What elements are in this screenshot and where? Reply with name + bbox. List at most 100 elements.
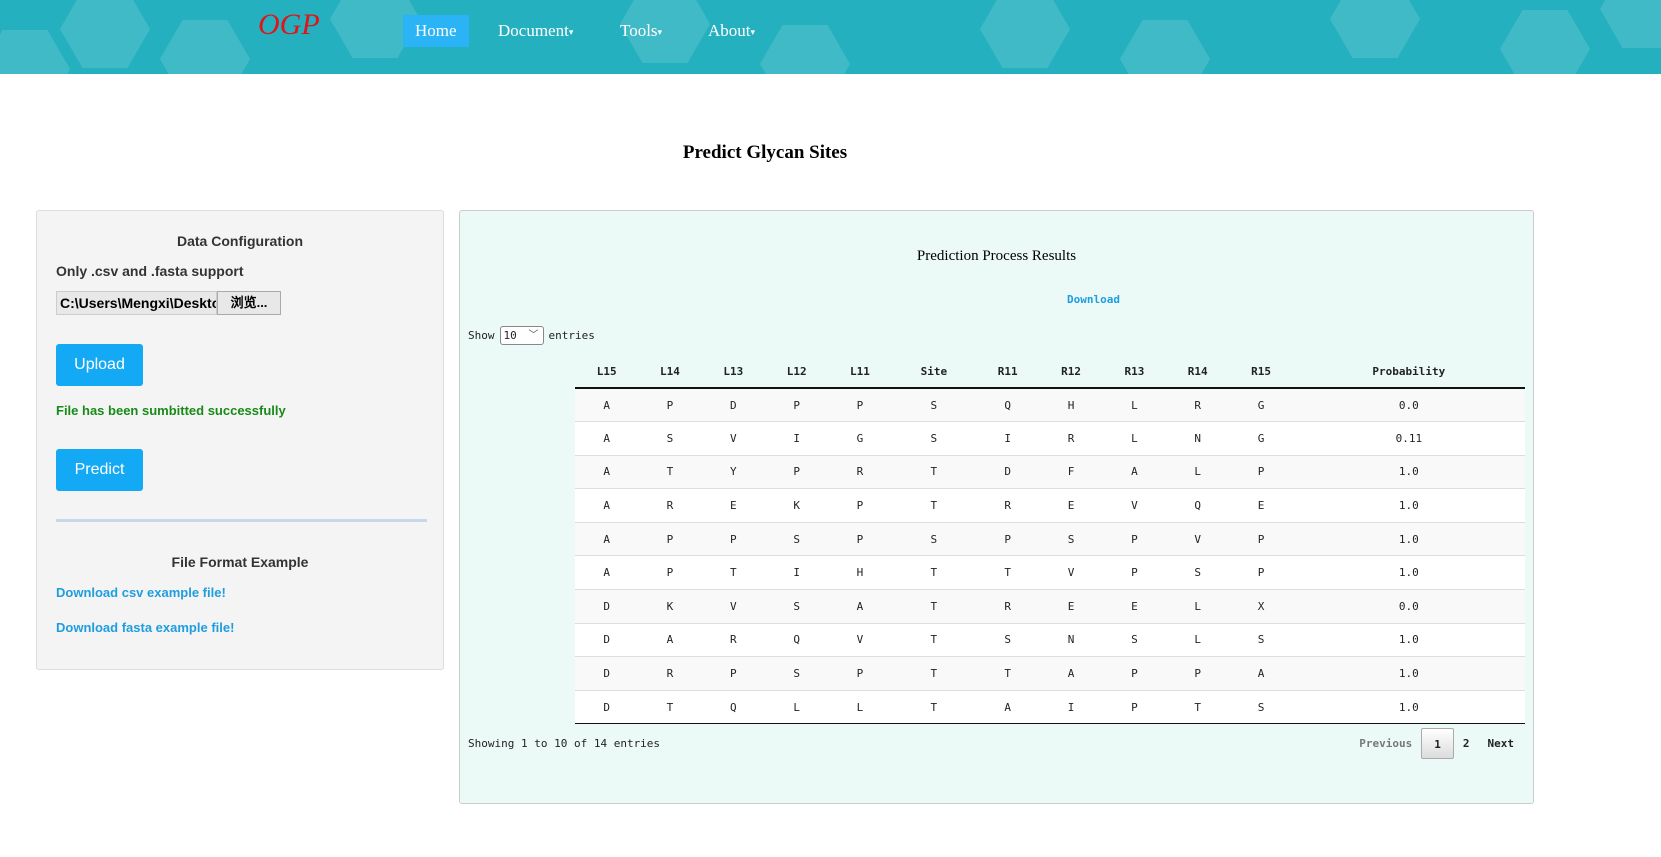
column-header-r15[interactable]: R15 bbox=[1229, 356, 1293, 389]
top-navbar: OGP Home Document▾ Tools▾ About▾ bbox=[0, 0, 1661, 74]
table-cell: P bbox=[828, 387, 892, 422]
table-cell: T bbox=[976, 555, 1040, 590]
upload-button[interactable]: Upload bbox=[56, 344, 143, 386]
file-path[interactable]: C:\Users\Mengxi\Desktop bbox=[56, 291, 217, 315]
table-cell: P bbox=[638, 387, 702, 422]
table-cell: P bbox=[638, 521, 702, 556]
table-cell: X bbox=[1229, 589, 1293, 624]
table-cell: R bbox=[638, 488, 702, 523]
config-title: Data Configuration bbox=[177, 233, 303, 249]
nav-about[interactable]: About▾ bbox=[696, 15, 767, 47]
nav-about-label: About bbox=[708, 21, 751, 40]
table-cell: R bbox=[1166, 387, 1230, 422]
table-cell: G bbox=[1229, 421, 1293, 456]
table-row: D K V S A T R E E L X 0.0 bbox=[575, 589, 1525, 624]
column-header-l15[interactable]: L15 bbox=[575, 356, 639, 389]
table-row: D T Q L L T A I P T S 1.0 bbox=[575, 689, 1525, 725]
table-cell: A bbox=[828, 589, 892, 624]
table-cell: P bbox=[701, 656, 765, 691]
table-cell: P bbox=[1102, 555, 1167, 590]
table-cell: T bbox=[891, 689, 977, 725]
table-cell: V bbox=[701, 589, 765, 624]
table-cell: Q bbox=[764, 622, 829, 657]
browse-button[interactable]: 浏览... bbox=[217, 291, 281, 315]
table-cell: S bbox=[976, 622, 1040, 657]
table-cell: Q bbox=[976, 387, 1040, 422]
table-cell: E bbox=[1039, 488, 1103, 523]
support-label: Only .csv and .fasta support bbox=[56, 263, 244, 279]
divider bbox=[56, 519, 427, 522]
table-cell: V bbox=[1039, 555, 1103, 590]
table-cell: D bbox=[976, 454, 1040, 489]
nav-tools-label: Tools bbox=[620, 21, 658, 40]
column-header-l12[interactable]: L12 bbox=[764, 356, 829, 389]
table-cell: L bbox=[1166, 454, 1230, 489]
column-header-l11[interactable]: L11 bbox=[828, 356, 892, 389]
column-header-r12[interactable]: R12 bbox=[1039, 356, 1103, 389]
table-cell: A bbox=[976, 689, 1040, 725]
page-1-button[interactable]: 1 bbox=[1421, 728, 1454, 759]
table-cell: S bbox=[764, 521, 829, 556]
table-cell: E bbox=[701, 488, 765, 523]
column-header-site[interactable]: Site bbox=[891, 356, 977, 389]
table-cell: T bbox=[638, 454, 702, 489]
table-cell: T bbox=[976, 656, 1040, 691]
table-row: A R E K P T R E V Q E 1.0 bbox=[575, 488, 1525, 523]
download-link[interactable]: Download bbox=[1067, 293, 1120, 306]
table-cell: I bbox=[764, 421, 829, 456]
column-header-r14[interactable]: R14 bbox=[1166, 356, 1230, 389]
table-cell: T bbox=[891, 555, 977, 590]
table-cell: N bbox=[1166, 421, 1230, 456]
table-cell: D bbox=[575, 689, 639, 725]
table-cell: 0.0 bbox=[1292, 387, 1525, 422]
nav-home[interactable]: Home bbox=[403, 15, 469, 47]
csv-example-link[interactable]: Download csv example file! bbox=[56, 585, 226, 600]
table-cell: Q bbox=[701, 689, 765, 725]
table-cell: A bbox=[1229, 656, 1293, 691]
table-cell: R bbox=[828, 454, 892, 489]
table-cell: S bbox=[891, 421, 977, 456]
table-cell: S bbox=[891, 387, 977, 422]
entries-label: entries bbox=[548, 329, 595, 342]
table-cell: I bbox=[976, 421, 1040, 456]
table-cell: D bbox=[575, 589, 639, 624]
table-cell: A bbox=[1102, 454, 1167, 489]
page-size-value: 10 bbox=[503, 329, 517, 342]
table-row: A P T I H T T V P S P 1.0 bbox=[575, 555, 1525, 590]
table-cell: A bbox=[575, 387, 639, 422]
nav-home-label: Home bbox=[415, 21, 457, 40]
show-label: Show bbox=[468, 329, 495, 342]
column-header-l14[interactable]: L14 bbox=[638, 356, 702, 389]
next-button[interactable]: Next bbox=[1479, 728, 1524, 759]
page-length-control: Show 10 ﹀ entries bbox=[468, 326, 595, 345]
logo[interactable]: OGP bbox=[258, 8, 320, 42]
nav-tools[interactable]: Tools▾ bbox=[608, 15, 674, 47]
table-cell: P bbox=[1102, 521, 1167, 556]
column-header-r13[interactable]: R13 bbox=[1102, 356, 1167, 389]
table-cell: A bbox=[575, 454, 639, 489]
table-cell: H bbox=[1039, 387, 1103, 422]
table-cell: 1.0 bbox=[1292, 555, 1525, 590]
results-table: L15 L14 L13 L12 L11 Site R11 R12 R13 R14 R15 Probab… bbox=[575, 356, 1525, 725]
table-cell: S bbox=[1102, 622, 1167, 657]
file-input[interactable]: C:\Users\Mengxi\Desktop 浏览... bbox=[56, 291, 282, 315]
table-row: A T Y P R T D F A L P 1.0 bbox=[575, 454, 1525, 489]
table-cell: 1.0 bbox=[1292, 689, 1525, 725]
table-cell: 0.11 bbox=[1292, 421, 1525, 456]
nav-document[interactable]: Document▾ bbox=[486, 15, 585, 47]
table-cell: T bbox=[891, 656, 977, 691]
column-header-probability[interactable]: Probability bbox=[1292, 356, 1525, 389]
table-cell: R bbox=[976, 589, 1040, 624]
table-cell: S bbox=[891, 521, 977, 556]
column-header-r11[interactable]: R11 bbox=[976, 356, 1040, 389]
table-row: D A R Q V T S N S L S 1.0 bbox=[575, 622, 1525, 657]
previous-button[interactable]: Previous bbox=[1350, 728, 1421, 759]
column-header-l13[interactable]: L13 bbox=[701, 356, 765, 389]
page-size-select[interactable]: 10 ﹀ bbox=[499, 326, 544, 345]
table-cell: A bbox=[638, 622, 702, 657]
fasta-example-link[interactable]: Download fasta example file! bbox=[56, 620, 234, 635]
predict-button[interactable]: Predict bbox=[56, 449, 143, 491]
table-cell: P bbox=[764, 454, 829, 489]
caret-down-icon: ▾ bbox=[750, 27, 756, 38]
page-2-button[interactable]: 2 bbox=[1454, 728, 1479, 759]
